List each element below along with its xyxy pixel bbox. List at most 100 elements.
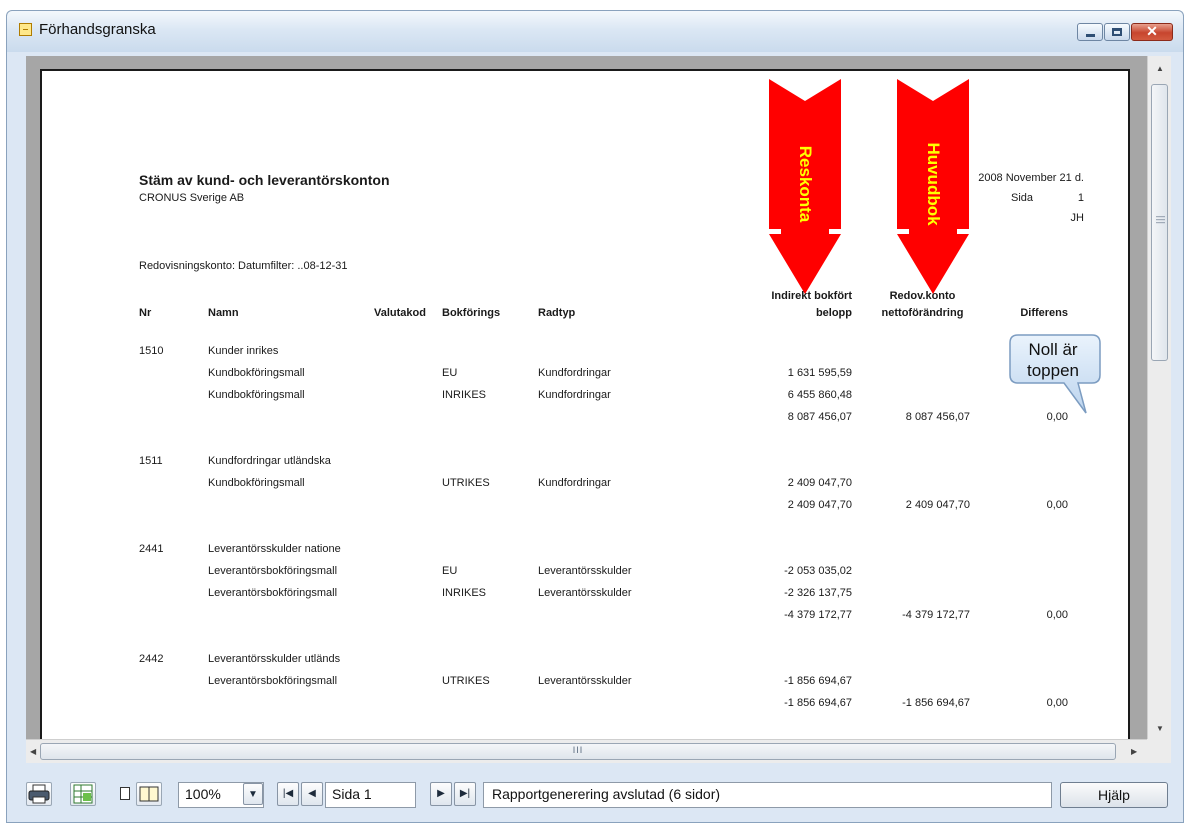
cell-radtyp: Kundfordringar [538, 389, 611, 401]
cell-bokforings: UTRIKES [442, 675, 490, 687]
last-page-icon: ▶| [459, 788, 471, 799]
scroll-down-arrow-icon[interactable]: ▼ [1156, 724, 1164, 733]
reskonta-label: Reskonta [796, 145, 815, 223]
cell-belopp: -1 856 694,67 [784, 675, 852, 687]
cell-namn: Leverantörsskulder natione [208, 543, 341, 555]
scroll-left-arrow-icon[interactable]: ◀ [30, 747, 36, 756]
zoom-dropdown-button[interactable]: ▼ [243, 783, 263, 805]
cell-radtyp: Leverantörsskulder [538, 675, 632, 687]
horizontal-grip-icon: III [572, 745, 584, 755]
cell-radtyp: Leverantörsskulder [538, 587, 632, 599]
vertical-scroll-thumb[interactable]: — — — [1151, 84, 1168, 361]
print-button[interactable] [26, 782, 52, 806]
cell-belopp: 2 409 047,70 [787, 477, 852, 489]
cell-bokforings: EU [442, 565, 458, 577]
callout-line2: toppen [1027, 361, 1079, 380]
last-page-button[interactable]: ▶| [454, 782, 476, 806]
scroll-up-arrow-icon[interactable]: ▲ [1156, 64, 1164, 73]
cell-namn: Kundfordringar utländska [208, 455, 331, 467]
report-page: Stäm av kund- och leverantörskonton CRON… [40, 69, 1130, 739]
cell-diff: 0,00 [1046, 609, 1068, 621]
preview-toolbar: 100% ▼ |◀ ◀ Sida 1 ▶ ▶| Rapportgenererin… [26, 778, 1176, 814]
cell-namn: Kundbokföringsmall [208, 367, 305, 379]
date-filter: Redovisningskonto: Datumfilter: ..08-12-… [139, 260, 348, 272]
two-page-button[interactable] [136, 782, 162, 806]
book-icon [139, 786, 159, 802]
cell-nr: 2441 [139, 543, 164, 555]
col-differens: Differens [1020, 307, 1068, 319]
export-button[interactable] [70, 782, 96, 806]
cell-nr: 1510 [139, 345, 164, 357]
cell-belopp: -4 379 172,77 [784, 609, 852, 621]
cell-netto: -1 856 694,67 [902, 697, 970, 709]
col-namn: Namn [208, 307, 239, 319]
horizontal-scroll-thumb[interactable]: III [40, 743, 1116, 760]
col-radtyp: Radtyp [538, 307, 576, 319]
cell-diff: 0,00 [1046, 499, 1068, 511]
col-nr: Nr [139, 307, 152, 319]
callout-text: Noll är toppen [1008, 339, 1098, 381]
horizontal-scrollbar[interactable]: ◀ III ▶ [26, 739, 1147, 763]
cell-netto: 8 087 456,07 [905, 411, 970, 423]
col-valutakod: Valutakod [374, 307, 426, 319]
cell-belopp: -1 856 694,67 [784, 697, 852, 709]
minimize-button[interactable] [1077, 23, 1103, 41]
next-icon: ▶ [437, 788, 445, 799]
cell-namn: Kunder inrikes [208, 345, 279, 357]
scroll-right-arrow-icon[interactable]: ▶ [1131, 747, 1137, 756]
first-page-button[interactable]: |◀ [277, 782, 299, 806]
status-bar: Rapportgenerering avslutad (6 sidor) [483, 782, 1052, 808]
close-button[interactable]: ✕ [1131, 23, 1173, 41]
close-icon: ✕ [1146, 23, 1158, 39]
minimize-icon [1086, 34, 1095, 37]
grip-icon: — — — [1156, 211, 1165, 227]
cell-belopp: -2 326 137,75 [784, 587, 852, 599]
first-page-icon: |◀ [282, 788, 294, 799]
help-button[interactable]: Hjälp [1060, 782, 1168, 808]
cell-bokforings: INRIKES [442, 389, 487, 401]
maximize-icon [1112, 28, 1122, 36]
cell-bokforings: UTRIKES [442, 477, 490, 489]
cell-radtyp: Leverantörsskulder [538, 565, 632, 577]
title-bar[interactable]: Förhandsgranska ✕ [6, 10, 1184, 52]
cell-netto: 2 409 047,70 [905, 499, 970, 511]
previous-icon: ◀ [308, 788, 316, 799]
page-field[interactable]: Sida 1 [325, 782, 416, 808]
cell-diff: 0,00 [1046, 697, 1068, 709]
page-field-value: Sida 1 [332, 786, 372, 802]
scroll-corner [1147, 739, 1171, 763]
cell-belopp: -2 053 035,02 [784, 565, 852, 577]
page-label: Sida [1011, 192, 1034, 204]
cell-namn: Leverantörsskulder utländs [208, 653, 341, 665]
company-name: CRONUS Sverige AB [139, 192, 245, 204]
report-user: JH [1070, 212, 1084, 224]
cell-belopp: 2 409 047,70 [787, 499, 852, 511]
cell-radtyp: Kundfordringar [538, 477, 611, 489]
cell-belopp: 8 087 456,07 [787, 411, 852, 423]
single-page-icon[interactable] [120, 787, 130, 800]
zoom-value: 100% [185, 786, 221, 802]
callout: Noll är toppen [1008, 333, 1128, 423]
spreadsheet-icon [73, 784, 93, 804]
previous-page-button[interactable]: ◀ [301, 782, 323, 806]
cell-belopp: 6 455 860,48 [787, 389, 852, 401]
col-redov-line2: nettoförändring [881, 307, 964, 319]
col-bokforings: Bokförings [442, 307, 501, 319]
callout-line1: Noll är [1028, 340, 1078, 359]
next-page-button[interactable]: ▶ [430, 782, 452, 806]
cell-namn: Leverantörsbokföringsmall [208, 675, 338, 687]
cell-nr: 1511 [139, 455, 163, 467]
chevron-down-icon: ▼ [248, 789, 258, 800]
page-number: 1 [1077, 192, 1084, 204]
cell-netto: -4 379 172,77 [902, 609, 970, 621]
cell-radtyp: Kundfordringar [538, 367, 611, 379]
maximize-button[interactable] [1104, 23, 1130, 41]
preview-viewport: Stäm av kund- och leverantörskonton CRON… [26, 56, 1147, 739]
cell-namn: Kundbokföringsmall [208, 477, 305, 489]
reskonta-label-wrap: Reskonta [769, 79, 841, 299]
vertical-scrollbar[interactable]: ▲ — — — ▼ [1147, 56, 1171, 739]
cell-bokforings: EU [442, 367, 458, 379]
window-controls: ✕ [1077, 23, 1173, 41]
cell-namn: Kundbokföringsmall [208, 389, 305, 401]
report-title: Stäm av kund- och leverantörskonton [139, 172, 390, 188]
